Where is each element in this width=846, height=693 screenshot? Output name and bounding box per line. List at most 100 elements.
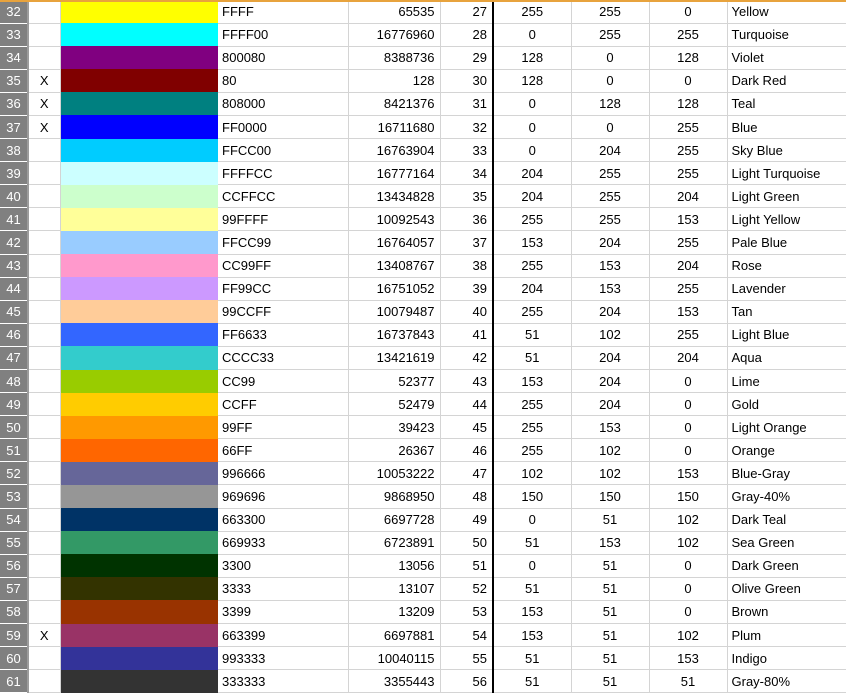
flag-cell[interactable] — [28, 392, 61, 417]
flag-cell[interactable] — [28, 415, 61, 440]
green-channel-cell[interactable]: 51 — [571, 577, 650, 601]
green-channel-cell[interactable]: 51 — [571, 646, 650, 671]
hex-value-cell[interactable]: CC99FF — [218, 254, 349, 278]
row-header-cell[interactable]: 55 — [0, 531, 29, 555]
row-header-cell[interactable]: 60 — [0, 646, 29, 671]
hex-value-cell[interactable]: CCFF — [218, 392, 349, 417]
decimal-value-cell[interactable]: 3355443 — [348, 669, 441, 693]
color-name-cell[interactable]: Lavender — [727, 277, 846, 301]
color-swatch-cell[interactable] — [60, 230, 218, 255]
decimal-value-cell[interactable]: 9868950 — [348, 484, 441, 509]
color-name-cell[interactable]: Olive Green — [727, 577, 846, 601]
red-channel-cell[interactable]: 128 — [493, 46, 572, 70]
hex-value-cell[interactable]: 663300 — [218, 508, 349, 532]
row-header-cell[interactable]: 51 — [0, 438, 29, 463]
hex-value-cell[interactable]: CC99 — [218, 369, 349, 394]
blue-channel-cell[interactable]: 204 — [649, 346, 728, 371]
decimal-value-cell[interactable]: 13056 — [348, 554, 441, 578]
palette-index-cell[interactable]: 40 — [440, 300, 494, 324]
flag-cell[interactable] — [28, 207, 61, 232]
red-channel-cell[interactable]: 0 — [493, 138, 572, 163]
green-channel-cell[interactable]: 150 — [571, 484, 650, 509]
green-channel-cell[interactable]: 255 — [571, 184, 650, 209]
decimal-value-cell[interactable]: 10092543 — [348, 207, 441, 232]
green-channel-cell[interactable]: 51 — [571, 669, 650, 693]
red-channel-cell[interactable]: 0 — [493, 508, 572, 532]
blue-channel-cell[interactable]: 255 — [649, 230, 728, 255]
flag-cell[interactable] — [28, 461, 61, 486]
color-name-cell[interactable]: Dark Green — [727, 554, 846, 578]
decimal-value-cell[interactable]: 39423 — [348, 415, 441, 440]
color-name-cell[interactable]: Indigo — [727, 646, 846, 671]
table-row[interactable]: 46 FF6633 16737843 41 51 102 255 Light Blue — [0, 323, 846, 347]
row-header-cell[interactable]: 56 — [0, 554, 29, 578]
palette-index-cell[interactable]: 42 — [440, 346, 494, 371]
color-swatch-cell[interactable] — [60, 254, 218, 278]
green-channel-cell[interactable]: 153 — [571, 277, 650, 301]
green-channel-cell[interactable]: 153 — [571, 415, 650, 440]
color-swatch-cell[interactable] — [60, 369, 218, 393]
green-channel-cell[interactable]: 51 — [571, 600, 650, 625]
decimal-value-cell[interactable]: 16751052 — [348, 277, 441, 301]
flag-cell[interactable] — [28, 438, 61, 463]
red-channel-cell[interactable]: 150 — [493, 484, 572, 509]
color-swatch-cell[interactable] — [60, 115, 218, 139]
color-name-cell[interactable]: Dark Teal — [727, 508, 846, 532]
hex-value-cell[interactable]: FFCC00 — [218, 138, 349, 163]
decimal-value-cell[interactable]: 16711680 — [348, 115, 441, 140]
red-channel-cell[interactable]: 255 — [493, 392, 572, 417]
color-name-cell[interactable]: Brown — [727, 600, 846, 625]
red-channel-cell[interactable]: 51 — [493, 669, 572, 693]
color-name-cell[interactable]: Turquoise — [727, 23, 846, 47]
hex-value-cell[interactable]: FF0000 — [218, 115, 349, 140]
decimal-value-cell[interactable]: 52479 — [348, 392, 441, 417]
color-swatch-cell[interactable] — [60, 669, 218, 693]
table-row[interactable]: 52 996666 10053222 47 102 102 153 Blue-Gray — [0, 461, 846, 486]
table-row[interactable]: 60 993333 10040115 55 51 51 153 Indigo — [0, 646, 846, 671]
blue-channel-cell[interactable]: 128 — [649, 46, 728, 70]
red-channel-cell[interactable]: 0 — [493, 554, 572, 578]
table-row[interactable]: 32 FFFF 65535 27 255 255 0 Yellow — [0, 0, 846, 24]
palette-index-cell[interactable]: 48 — [440, 484, 494, 509]
table-row[interactable]: 45 99CCFF 10079487 40 255 204 153 Tan — [0, 300, 846, 324]
blue-channel-cell[interactable]: 153 — [649, 300, 728, 324]
palette-index-cell[interactable]: 49 — [440, 508, 494, 532]
table-row[interactable]: 61 333333 3355443 56 51 51 51 Gray-80% — [0, 669, 846, 693]
blue-channel-cell[interactable]: 102 — [649, 623, 728, 648]
palette-index-cell[interactable]: 43 — [440, 369, 494, 394]
hex-value-cell[interactable]: 663399 — [218, 623, 349, 648]
palette-index-cell[interactable]: 52 — [440, 577, 494, 601]
decimal-value-cell[interactable]: 16763904 — [348, 138, 441, 163]
red-channel-cell[interactable]: 51 — [493, 577, 572, 601]
row-header-cell[interactable]: 33 — [0, 23, 29, 47]
red-channel-cell[interactable]: 255 — [493, 207, 572, 232]
color-name-cell[interactable]: Plum — [727, 623, 846, 648]
flag-cell[interactable]: X — [28, 92, 61, 116]
decimal-value-cell[interactable]: 6723891 — [348, 531, 441, 555]
decimal-value-cell[interactable]: 10079487 — [348, 300, 441, 324]
color-name-cell[interactable]: Light Orange — [727, 415, 846, 440]
red-channel-cell[interactable]: 255 — [493, 300, 572, 324]
flag-cell[interactable] — [28, 138, 61, 163]
green-channel-cell[interactable]: 204 — [571, 300, 650, 324]
palette-index-cell[interactable]: 36 — [440, 207, 494, 232]
flag-cell[interactable] — [28, 161, 61, 186]
flag-cell[interactable]: X — [28, 69, 61, 93]
row-header-cell[interactable]: 32 — [0, 0, 29, 24]
green-channel-cell[interactable]: 204 — [571, 346, 650, 371]
palette-index-cell[interactable]: 33 — [440, 138, 494, 163]
color-swatch-cell[interactable] — [60, 508, 218, 532]
red-channel-cell[interactable]: 102 — [493, 461, 572, 486]
palette-index-cell[interactable]: 31 — [440, 92, 494, 116]
color-swatch-cell[interactable] — [60, 0, 218, 24]
hex-value-cell[interactable]: FF6633 — [218, 323, 349, 347]
blue-channel-cell[interactable]: 255 — [649, 115, 728, 140]
red-channel-cell[interactable]: 255 — [493, 415, 572, 440]
flag-cell[interactable] — [28, 369, 61, 394]
color-name-cell[interactable]: Dark Red — [727, 69, 846, 93]
flag-cell[interactable] — [28, 46, 61, 70]
flag-cell[interactable] — [28, 346, 61, 371]
row-header-cell[interactable]: 40 — [0, 184, 29, 209]
blue-channel-cell[interactable]: 0 — [649, 600, 728, 625]
blue-channel-cell[interactable]: 255 — [649, 138, 728, 163]
